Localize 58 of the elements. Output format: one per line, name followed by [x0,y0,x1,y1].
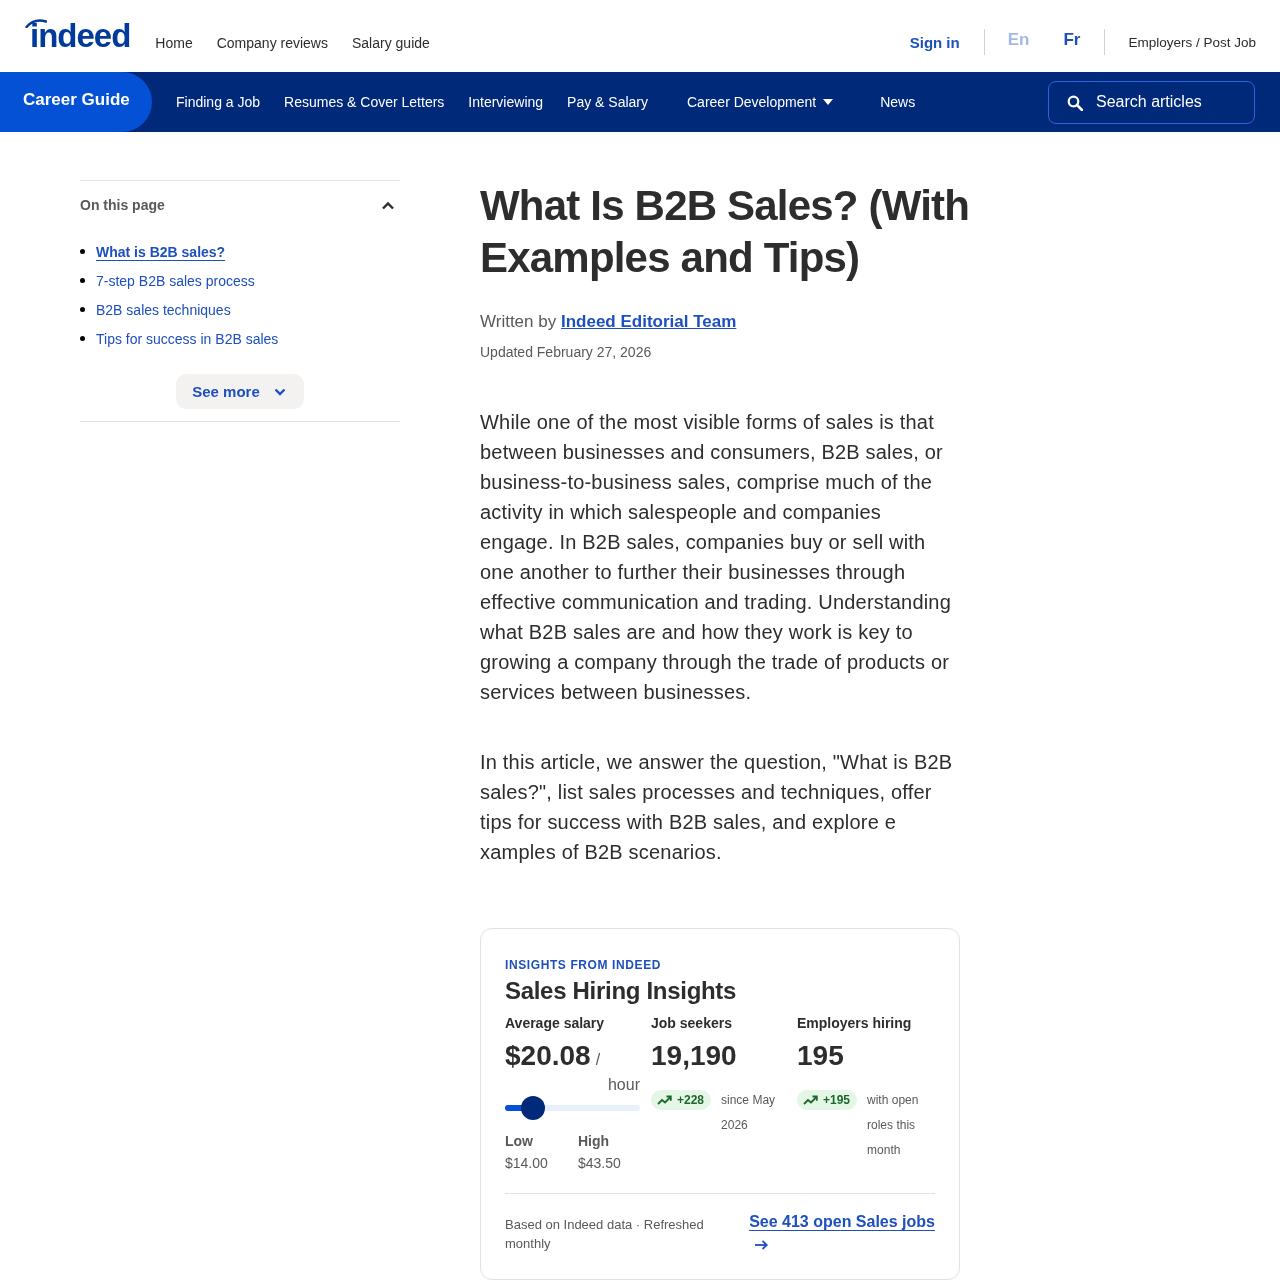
card-title: Sales Hiring Insights [505,976,738,1006]
search-icon [1067,94,1083,111]
byline: Written by Indeed Editorial Team [480,311,738,333]
logo-link[interactable]: indeed [25,16,131,56]
bullet-icon [80,307,85,312]
toc-link[interactable]: 7-step B2B sales process [96,272,255,289]
low-label: Low [505,1132,534,1151]
data-source-note: Based on Indeed data · Refreshed monthly [505,1216,705,1253]
stat-label: Job seekers [651,1014,733,1033]
category-link[interactable]: News [880,94,916,110]
bullet-icon [80,249,85,254]
stat-value: 195 [797,1039,845,1073]
card-eyebrow: INSIGHTS FROM INDEED [505,957,662,974]
sign-in-link[interactable]: Sign in [909,33,960,51]
change-value: +228 [677,1093,705,1107]
arrow-right-icon [754,1240,769,1250]
trend-up-icon [803,1095,818,1105]
search-field[interactable]: Search articles [1048,80,1255,124]
stat-label: Employers hiring [797,1014,913,1033]
body-paragraph: In this article, we answer the question, "What is B2B sales?", list sales processes and techniques, offer tips for success with B2B sales, and explore e xamples of B2B scenarios. [480,750,954,865]
article-title: What Is B2B Sales? (With Examples and Tips) [480,181,971,283]
low-value: $14.00 [505,1154,549,1173]
category-link[interactable]: Interviewing [468,94,544,110]
stat-label: Average salary [505,1014,606,1033]
toc-heading: On this page [80,197,165,213]
toc-link[interactable]: What is B2B sales? [96,243,226,260]
body-paragraph: While one of the most visible forms of sales is that between businesses and consumers, B2B sales, or business-to-business sales, comprise much of the activity in which salespeople and companies engage. In B2B sales, companies buy or sell with one another to further their businesses through effective communication and trading. Understanding what B2B sales are and how they work is key to growing a company through the trade of products or services between businesses. [480,410,952,705]
employers-link[interactable]: Employers / Post Job [1128,34,1256,50]
bullet-icon [80,336,85,341]
caret-down-icon [823,99,834,105]
trend-up-icon [657,1095,672,1105]
category-link[interactable]: Finding a Job [176,94,261,110]
category-link[interactable]: Resumes & Cover Letters [284,94,445,110]
nav-link[interactable]: Salary guide [352,35,430,51]
sales-jobs-link[interactable]: See 413 open Sales jobs [749,1212,935,1250]
toc-link[interactable]: Tips for success in B2B sales [96,330,279,347]
high-value: $43.50 [578,1154,622,1173]
chevron-up-icon[interactable] [381,200,395,210]
bullet-icon [80,278,85,283]
toc-link[interactable]: B2B sales techniques [96,301,231,318]
salary-value: $20.08 [505,1039,591,1073]
updated-date: Updated February 27, 2026 [480,343,653,362]
chevron-down-icon [273,387,286,396]
change-note: since May 2026 [721,1091,777,1134]
category-link[interactable]: Pay & Salary [567,94,648,110]
per-separator: / [595,1051,601,1069]
author-link[interactable]: Indeed Editorial Team [560,312,737,331]
career-guide-tab[interactable]: Career Guide [0,72,152,132]
change-value: +195 [823,1093,851,1107]
nav-link[interactable]: Company reviews [216,35,328,51]
category-link[interactable]: Career Development [687,94,834,110]
stat-value: 19,190 [651,1039,738,1073]
see-more-button[interactable]: See more [176,374,304,409]
language-link[interactable]: Fr [1063,30,1081,50]
salary-unit: hour [607,1075,640,1095]
nav-link[interactable]: Home [155,35,193,51]
change-note: with open roles this month [867,1091,920,1159]
high-label: High [578,1132,611,1151]
